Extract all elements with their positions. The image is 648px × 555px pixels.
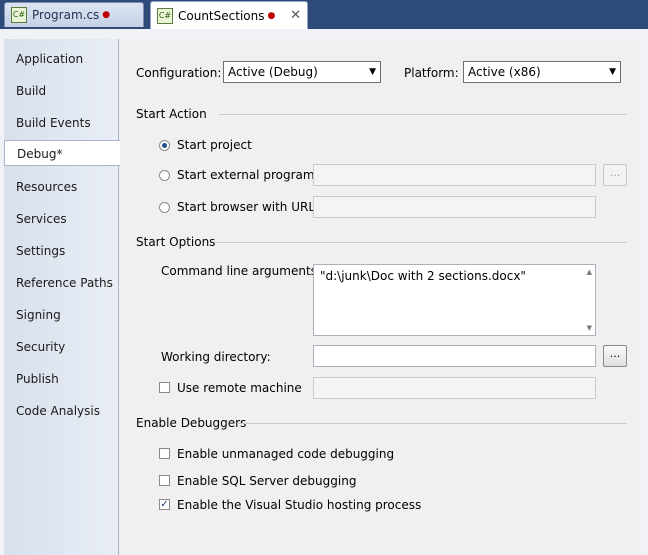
csharp-project-icon: C# bbox=[157, 7, 173, 24]
sidebar-item-code-analysis[interactable]: Code Analysis bbox=[16, 398, 100, 424]
scroll-down-icon[interactable]: ▼ bbox=[587, 324, 592, 332]
remote-machine-field[interactable] bbox=[313, 377, 596, 399]
sql-debugging-label: Enable SQL Server debugging bbox=[177, 474, 357, 488]
sidebar-item-publish[interactable]: Publish bbox=[16, 366, 59, 392]
checkmark-icon: ✓ bbox=[160, 499, 169, 510]
start-project-radio[interactable] bbox=[159, 140, 170, 151]
unmanaged-debugging-label: Enable unmanaged code debugging bbox=[177, 447, 395, 461]
debug-settings-panel: Configuration: Active (Debug) ▼ Platform… bbox=[118, 39, 641, 555]
args-label: Command line arguments: bbox=[161, 264, 321, 278]
args-value: "d:\junk\Doc with 2 sections.docx" bbox=[320, 269, 526, 283]
sidebar-item-security[interactable]: Security bbox=[16, 334, 65, 360]
csharp-file-icon: C# bbox=[11, 7, 27, 23]
external-program-field[interactable] bbox=[313, 164, 596, 186]
sidebar-item-build-events[interactable]: Build Events bbox=[16, 110, 91, 136]
sidebar-item-signing[interactable]: Signing bbox=[16, 302, 61, 328]
sql-debugging-checkbox[interactable] bbox=[159, 475, 170, 486]
group-divider bbox=[219, 114, 627, 115]
unmanaged-debugging-checkbox[interactable] bbox=[159, 448, 170, 459]
platform-label: Platform: bbox=[404, 66, 459, 80]
group-divider bbox=[237, 423, 627, 424]
hosting-process-label: Enable the Visual Studio hosting process bbox=[177, 498, 422, 512]
unsaved-dot-icon: ● bbox=[102, 10, 111, 20]
close-icon[interactable]: ✕ bbox=[290, 8, 301, 23]
group-divider bbox=[215, 242, 627, 243]
configuration-value: Active (Debug) bbox=[228, 65, 318, 79]
start-external-label: Start external program: bbox=[177, 168, 319, 182]
configuration-label: Configuration: bbox=[136, 66, 222, 80]
sidebar-item-debug[interactable]: Debug* bbox=[4, 140, 120, 166]
sidebar-item-build[interactable]: Build bbox=[16, 78, 46, 104]
use-remote-checkbox[interactable] bbox=[159, 382, 170, 393]
browse-external-button[interactable]: ... bbox=[603, 164, 627, 186]
browse-workdir-button[interactable]: ... bbox=[603, 345, 627, 367]
document-tab-strip: C# Program.cs ● C# CountSections ● ✕ bbox=[0, 0, 648, 29]
start-browser-radio[interactable] bbox=[159, 202, 170, 213]
tab-label: CountSections bbox=[178, 8, 265, 23]
start-external-radio[interactable] bbox=[159, 170, 170, 181]
browser-url-field[interactable] bbox=[313, 196, 596, 218]
workdir-label: Working directory: bbox=[161, 350, 271, 364]
hosting-process-checkbox[interactable]: ✓ bbox=[159, 499, 170, 510]
tab-program-cs[interactable]: C# Program.cs ● bbox=[4, 2, 144, 27]
sidebar-item-reference-paths[interactable]: Reference Paths bbox=[16, 270, 113, 296]
chevron-down-icon: ▼ bbox=[369, 67, 376, 77]
start-browser-label: Start browser with URL: bbox=[177, 200, 320, 214]
configuration-dropdown[interactable]: Active (Debug) ▼ bbox=[223, 61, 381, 83]
sidebar-item-services[interactable]: Services bbox=[16, 206, 67, 232]
command-line-args-field[interactable]: "d:\junk\Doc with 2 sections.docx" ▲ ▼ bbox=[313, 264, 596, 336]
tab-label: Program.cs bbox=[32, 8, 100, 22]
enable-debuggers-title: Enable Debuggers bbox=[136, 416, 247, 430]
sidebar-item-resources[interactable]: Resources bbox=[16, 174, 77, 200]
start-action-title: Start Action bbox=[136, 107, 207, 121]
sidebar-item-settings[interactable]: Settings bbox=[16, 238, 65, 264]
unsaved-dot-icon: ● bbox=[267, 10, 276, 21]
start-options-title: Start Options bbox=[136, 235, 216, 249]
working-directory-field[interactable] bbox=[313, 345, 596, 367]
start-project-label: Start project bbox=[177, 138, 252, 152]
sidebar-item-application[interactable]: Application bbox=[16, 46, 83, 72]
scroll-up-icon[interactable]: ▲ bbox=[587, 268, 592, 276]
platform-dropdown[interactable]: Active (x86) ▼ bbox=[463, 61, 621, 83]
property-page-sidebar: Application Build Build Events Debug* Re… bbox=[4, 39, 120, 555]
chevron-down-icon: ▼ bbox=[609, 67, 616, 77]
use-remote-label: Use remote machine bbox=[177, 381, 302, 395]
platform-value: Active (x86) bbox=[468, 65, 541, 79]
tab-countsections[interactable]: C# CountSections ● ✕ bbox=[150, 1, 308, 29]
